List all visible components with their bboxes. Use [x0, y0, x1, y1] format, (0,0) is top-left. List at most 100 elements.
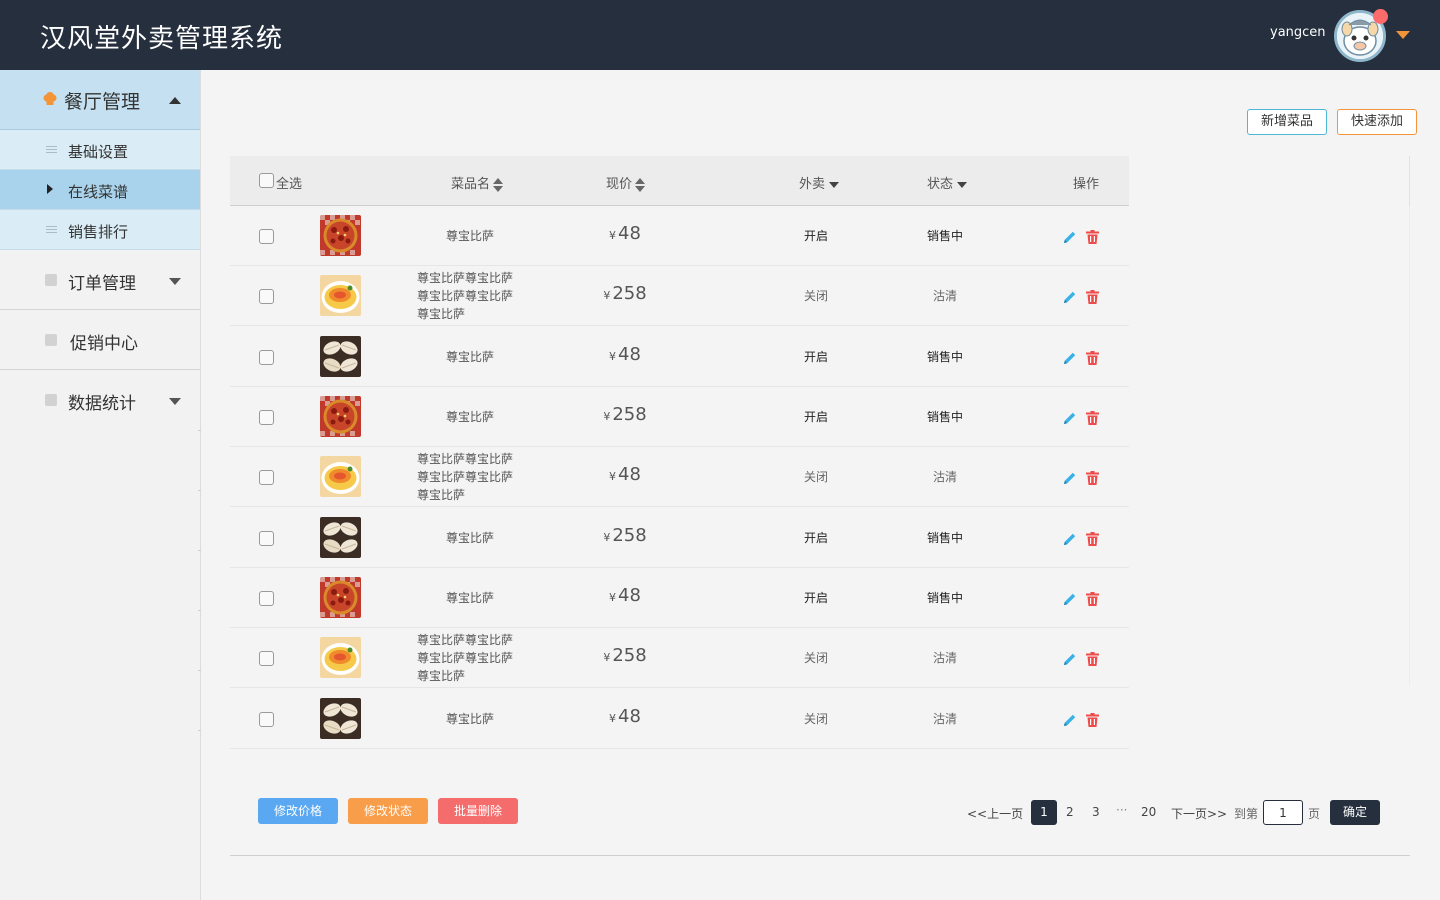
menu-restaurant-management[interactable]: 餐厅管理 [0, 70, 200, 130]
column-header-status[interactable]: 状态 [927, 173, 968, 192]
dish-price: ¥258 [590, 283, 660, 304]
dish-thumbnail [320, 698, 361, 739]
divider [1409, 206, 1410, 686]
sidebar-item-basic-settings[interactable]: 基础设置 [0, 130, 200, 170]
trash-icon[interactable] [1086, 651, 1099, 666]
column-header-price[interactable]: 现价 [606, 173, 646, 192]
next-page-link[interactable]: 下一页>> [1171, 805, 1227, 822]
trash-icon[interactable] [1086, 289, 1099, 304]
goto-label: 到第 [1234, 807, 1259, 821]
pagination-ellipsis: ··· [1116, 803, 1128, 817]
price-value: 48 [618, 344, 641, 365]
goto-confirm-button[interactable]: 确定 [1330, 800, 1380, 825]
edit-icon[interactable] [1063, 350, 1077, 364]
column-header-actions: 操作 [1073, 177, 1100, 192]
dish-name-line: 尊宝比萨 [417, 307, 466, 321]
takeout-status: 关闭 [803, 470, 828, 484]
edit-price-button[interactable]: 修改价格 [258, 798, 338, 824]
price-value: 258 [612, 404, 647, 425]
table-row: 尊宝比萨尊宝比萨 尊宝比萨尊宝比萨 尊宝比萨 ¥258 关闭 沽清 [230, 628, 1129, 688]
sidebar-item-online-menu[interactable]: 在线菜谱 [0, 170, 200, 210]
edit-icon[interactable] [1063, 289, 1077, 303]
dish-name-line: 尊宝比萨尊宝比萨 [417, 470, 514, 484]
trash-icon[interactable] [1086, 229, 1099, 244]
row-checkbox[interactable] [259, 289, 274, 304]
dish-thumbnail [320, 336, 361, 377]
dish-name: 尊宝比萨尊宝比萨 尊宝比萨尊宝比萨 尊宝比萨 [417, 269, 537, 323]
page-20-link[interactable]: 20 [1141, 805, 1156, 819]
edit-icon[interactable] [1063, 470, 1077, 484]
takeout-status: 开启 [803, 591, 828, 605]
sale-status: 销售中 [926, 410, 963, 424]
caret-down-icon [169, 278, 181, 285]
edit-icon[interactable] [1063, 591, 1077, 605]
row-checkbox[interactable] [259, 712, 274, 727]
column-header-takeout[interactable]: 外卖 [799, 173, 840, 192]
menu-label: 数据统计 [68, 394, 136, 414]
quick-add-button[interactable]: 快速添加 [1337, 109, 1417, 135]
select-all-checkbox[interactable] [259, 173, 274, 188]
dish-name-line: 尊宝比萨 [417, 669, 466, 683]
menu-promotion-center[interactable]: 促销中心 [0, 310, 200, 370]
edit-icon[interactable] [1063, 712, 1077, 726]
chef-hat-icon [43, 92, 57, 105]
list-lines-icon [46, 226, 57, 233]
row-checkbox[interactable] [259, 350, 274, 365]
column-header-name[interactable]: 菜品名 [451, 173, 504, 192]
page-2-link[interactable]: 2 [1066, 805, 1074, 819]
trash-icon[interactable] [1086, 410, 1099, 425]
user-menu-caret-icon[interactable] [1396, 31, 1410, 39]
divider [1409, 156, 1410, 206]
edit-icon[interactable] [1063, 531, 1077, 545]
goto-page-input[interactable] [1263, 800, 1303, 825]
row-checkbox[interactable] [259, 470, 274, 485]
trash-icon[interactable] [1086, 531, 1099, 546]
dish-price: ¥48 [590, 223, 660, 244]
dish-price: ¥258 [590, 404, 660, 425]
dish-name-line: 尊宝比萨尊宝比萨 [417, 271, 514, 285]
table-row: 尊宝比萨 ¥258 开启 销售中 [230, 508, 1129, 568]
notification-dot [1373, 9, 1388, 24]
trash-icon[interactable] [1086, 470, 1099, 485]
dish-name: 尊宝比萨 [410, 529, 530, 547]
table-header: 全选 菜品名 现价 外卖 状态 操作 [230, 156, 1129, 206]
trash-icon[interactable] [1086, 712, 1099, 727]
row-checkbox[interactable] [259, 591, 274, 606]
row-checkbox[interactable] [259, 531, 274, 546]
dish-thumbnail [320, 637, 361, 678]
dish-thumbnail [320, 396, 361, 437]
takeout-status: 关闭 [803, 289, 828, 303]
trash-icon[interactable] [1086, 350, 1099, 365]
price-value: 258 [612, 283, 647, 304]
dish-thumbnail [320, 275, 361, 316]
batch-delete-button[interactable]: 批量删除 [438, 798, 518, 824]
caret-down-icon[interactable] [957, 181, 968, 188]
row-checkbox[interactable] [259, 651, 274, 666]
trash-icon[interactable] [1086, 591, 1099, 606]
sort-icon[interactable] [493, 177, 504, 192]
edit-icon[interactable] [1063, 651, 1077, 665]
sidebar-item-sales-ranking[interactable]: 销售排行 [0, 210, 200, 250]
page-1-current[interactable]: 1 [1031, 800, 1057, 825]
prev-page-link[interactable]: <<上一页 [967, 805, 1023, 822]
add-dish-button[interactable]: 新增菜品 [1247, 109, 1327, 135]
price-value: 48 [618, 464, 641, 485]
row-checkbox[interactable] [259, 229, 274, 244]
edit-icon[interactable] [1063, 410, 1077, 424]
edit-icon[interactable] [1063, 229, 1077, 243]
dish-name: 尊宝比萨尊宝比萨 尊宝比萨尊宝比萨 尊宝比萨 [417, 631, 537, 685]
dish-name-line: 尊宝比萨尊宝比萨 [417, 452, 514, 466]
sidebar-item-label: 销售排行 [68, 223, 129, 241]
caret-down-icon[interactable] [829, 181, 840, 188]
table-row: 尊宝比萨 ¥48 开启 销售中 [230, 568, 1129, 628]
menu-order-management[interactable]: 订单管理 [0, 250, 200, 310]
sort-icon[interactable] [635, 177, 646, 192]
menu-data-statistics[interactable]: 数据统计 [0, 370, 200, 430]
username[interactable]: yangcen [1270, 25, 1326, 40]
currency-symbol: ¥ [603, 531, 611, 544]
page-3-link[interactable]: 3 [1092, 805, 1100, 819]
edit-status-button[interactable]: 修改状态 [348, 798, 428, 824]
row-checkbox[interactable] [259, 410, 274, 425]
dish-name: 尊宝比萨 [410, 227, 530, 245]
dish-price: ¥48 [590, 344, 660, 365]
